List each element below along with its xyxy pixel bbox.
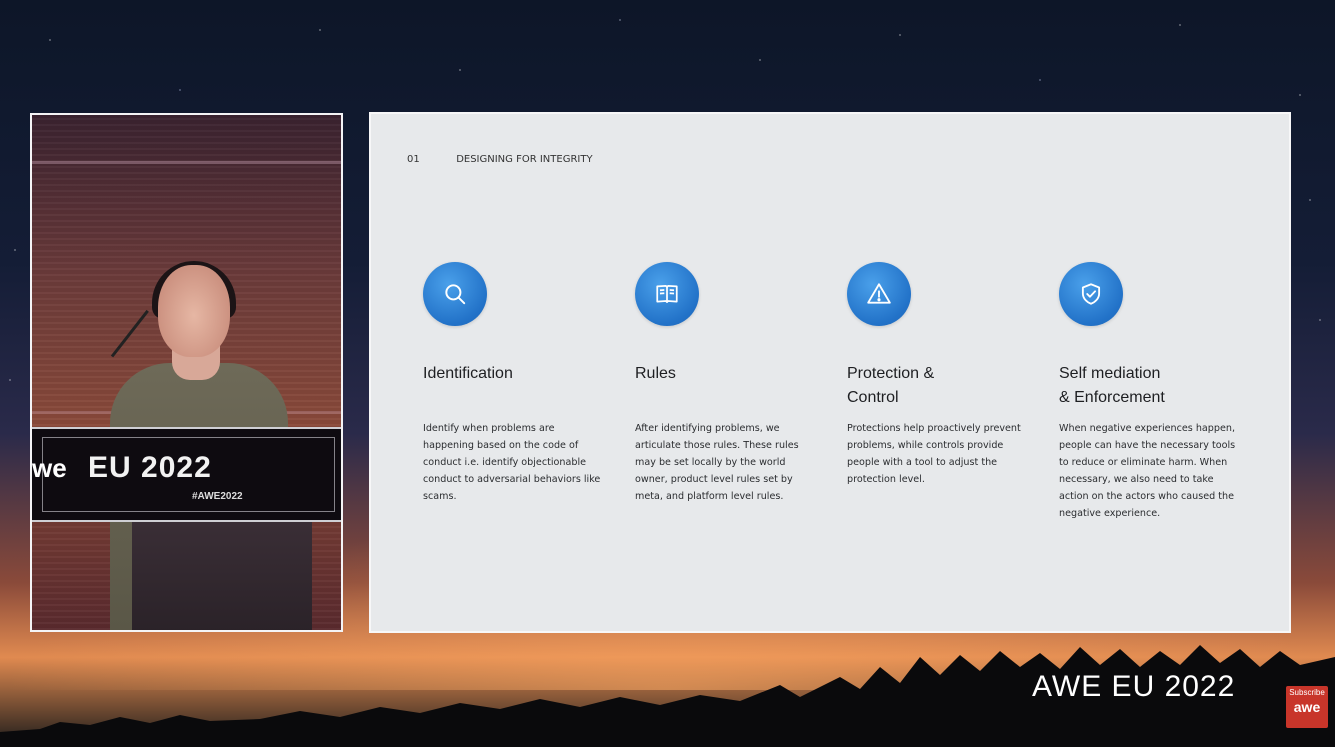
shield-check-icon: [1059, 262, 1123, 326]
subscribe-label: Subscribe: [1289, 688, 1325, 697]
column-identification: Identification Identify when problems ar…: [423, 262, 603, 505]
column-body: When negative experiences happen, people…: [1059, 423, 1236, 519]
column-title: Identification: [423, 365, 513, 382]
column-body: Identify when problems are happening bas…: [423, 423, 601, 502]
speaker-video: we EU 2022 #AWE2022: [30, 113, 343, 632]
podium-stand: [132, 522, 312, 630]
awe-logo-icon: awe: [1293, 699, 1321, 715]
search-icon: [423, 262, 487, 326]
podium-title: EU 2022: [88, 451, 212, 484]
column-body: After identifying problems, we articulat…: [635, 423, 799, 502]
warning-icon: [847, 262, 911, 326]
column-rules: Rules After identifying problems, we art…: [635, 262, 815, 505]
subscribe-button[interactable]: Subscribe awe: [1286, 686, 1328, 728]
column-self-mediation: Self mediation & Enforcement When negati…: [1059, 262, 1239, 522]
book-icon: [635, 262, 699, 326]
podium-sign: we EU 2022 #AWE2022: [32, 427, 341, 522]
speaker-head: [158, 265, 230, 357]
presentation-slide: 01 DESIGNING FOR INTEGRITY Identificatio…: [369, 112, 1291, 633]
section-title: DESIGNING FOR INTEGRITY: [456, 154, 593, 165]
wall-trim: [32, 161, 341, 164]
column-title: Self mediation & Enforcement: [1059, 365, 1165, 406]
podium-logo: we: [32, 453, 67, 483]
section-number: 01: [407, 154, 420, 165]
podium-hashtag: #AWE2022: [192, 491, 243, 502]
event-brand-logo: AWE EU 2022: [1032, 670, 1236, 703]
column-protection-control: Protection & Control Protections help pr…: [847, 262, 1027, 488]
column-body: Protections help proactively prevent pro…: [847, 423, 1021, 485]
slide-header: 01 DESIGNING FOR INTEGRITY: [407, 154, 593, 165]
column-title: Protection & Control: [847, 365, 935, 406]
column-title: Rules: [635, 365, 676, 382]
